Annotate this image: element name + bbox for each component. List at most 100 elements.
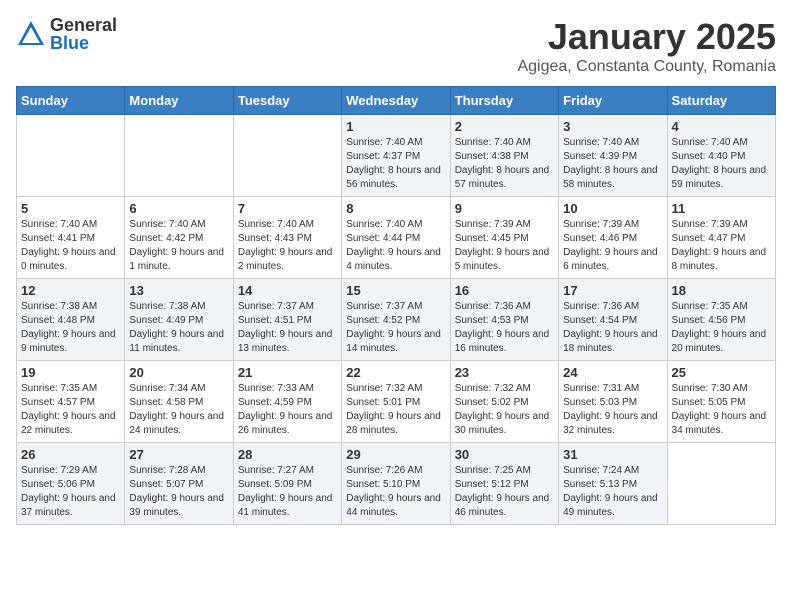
day-number: 5 bbox=[21, 201, 120, 216]
week-row-4: 19 Sunrise: 7:35 AM Sunset: 4:57 PM Dayli… bbox=[17, 361, 776, 443]
day-content: Sunrise: 7:39 AM Sunset: 4:45 PM Dayligh… bbox=[455, 218, 554, 274]
header-cell-wednesday: Wednesday bbox=[342, 87, 450, 115]
day-number: 17 bbox=[563, 283, 662, 298]
day-number: 1 bbox=[346, 119, 445, 134]
day-number: 8 bbox=[346, 201, 445, 216]
day-cell: 1 Sunrise: 7:40 AM Sunset: 4:37 PM Daylig… bbox=[342, 115, 450, 197]
day-content: Sunrise: 7:32 AM Sunset: 5:02 PM Dayligh… bbox=[455, 382, 554, 438]
day-content: Sunrise: 7:40 AM Sunset: 4:41 PM Dayligh… bbox=[21, 218, 120, 274]
day-cell: 21 Sunrise: 7:33 AM Sunset: 4:59 PM Dayli… bbox=[233, 361, 341, 443]
day-content: Sunrise: 7:33 AM Sunset: 4:59 PM Dayligh… bbox=[238, 382, 337, 438]
day-cell: 2Sunrise: 7:40 AM Sunset: 4:38 PM Daylig… bbox=[450, 115, 558, 197]
header-cell-tuesday: Tuesday bbox=[233, 87, 341, 115]
day-number: 21 bbox=[238, 365, 337, 380]
day-cell: 15 Sunrise: 7:37 AM Sunset: 4:52 PM Dayli… bbox=[342, 279, 450, 361]
day-number: 20 bbox=[129, 365, 228, 380]
day-number: 13 bbox=[129, 283, 228, 298]
day-number: 3 bbox=[563, 119, 662, 134]
day-number: 30 bbox=[455, 447, 554, 462]
day-number: 31 bbox=[563, 447, 662, 462]
day-content: Sunrise: 7:40 AM Sunset: 4:38 PM Dayligh… bbox=[455, 136, 554, 192]
day-content: Sunrise: 7:31 AM Sunset: 5:03 PM Dayligh… bbox=[563, 382, 662, 438]
day-cell: 9 Sunrise: 7:39 AM Sunset: 4:45 PM Daylig… bbox=[450, 197, 558, 279]
week-row-2: 5 Sunrise: 7:40 AM Sunset: 4:41 PM Daylig… bbox=[17, 197, 776, 279]
month-title: January 2025 bbox=[517, 16, 776, 58]
logo-text: General Blue bbox=[50, 16, 117, 52]
day-content: Sunrise: 7:36 AM Sunset: 4:54 PM Dayligh… bbox=[563, 300, 662, 356]
day-content: Sunrise: 7:35 AM Sunset: 4:56 PM Dayligh… bbox=[672, 300, 771, 356]
day-content: Sunrise: 7:38 AM Sunset: 4:49 PM Dayligh… bbox=[129, 300, 228, 356]
day-cell: 18 Sunrise: 7:35 AM Sunset: 4:56 PM Dayli… bbox=[667, 279, 775, 361]
location: Agigea, Constanta County, Romania bbox=[517, 58, 776, 76]
day-number: 29 bbox=[346, 447, 445, 462]
day-number: 14 bbox=[238, 283, 337, 298]
day-cell: 17 Sunrise: 7:36 AM Sunset: 4:54 PM Dayli… bbox=[559, 279, 667, 361]
day-cell: 31Sunrise: 7:24 AM Sunset: 5:13 PM Dayli… bbox=[559, 443, 667, 525]
day-cell: 14 Sunrise: 7:37 AM Sunset: 4:51 PM Dayli… bbox=[233, 279, 341, 361]
day-cell: 5 Sunrise: 7:40 AM Sunset: 4:41 PM Daylig… bbox=[17, 197, 125, 279]
day-number: 26 bbox=[21, 447, 120, 462]
day-number: 19 bbox=[21, 365, 120, 380]
day-content: Sunrise: 7:25 AM Sunset: 5:12 PM Dayligh… bbox=[455, 464, 554, 520]
day-number: 6 bbox=[129, 201, 228, 216]
day-content: Sunrise: 7:40 AM Sunset: 4:37 PM Dayligh… bbox=[346, 136, 445, 192]
header-cell-monday: Monday bbox=[125, 87, 233, 115]
day-cell: 27Sunrise: 7:28 AM Sunset: 5:07 PM Dayli… bbox=[125, 443, 233, 525]
day-number: 9 bbox=[455, 201, 554, 216]
day-number: 27 bbox=[129, 447, 228, 462]
day-content: Sunrise: 7:35 AM Sunset: 4:57 PM Dayligh… bbox=[21, 382, 120, 438]
day-content: Sunrise: 7:38 AM Sunset: 4:48 PM Dayligh… bbox=[21, 300, 120, 356]
page-header: General Blue January 2025 Agigea, Consta… bbox=[16, 16, 776, 76]
day-content: Sunrise: 7:37 AM Sunset: 4:51 PM Dayligh… bbox=[238, 300, 337, 356]
day-number: 15 bbox=[346, 283, 445, 298]
day-cell: 7 Sunrise: 7:40 AM Sunset: 4:43 PM Daylig… bbox=[233, 197, 341, 279]
day-cell: 25 Sunrise: 7:30 AM Sunset: 5:05 PM Dayli… bbox=[667, 361, 775, 443]
day-content: Sunrise: 7:32 AM Sunset: 5:01 PM Dayligh… bbox=[346, 382, 445, 438]
logo-icon bbox=[16, 19, 46, 49]
day-number: 18 bbox=[672, 283, 771, 298]
day-cell: 19 Sunrise: 7:35 AM Sunset: 4:57 PM Dayli… bbox=[17, 361, 125, 443]
header-row: SundayMondayTuesdayWednesdayThursdayFrid… bbox=[17, 87, 776, 115]
day-cell: 12Sunrise: 7:38 AM Sunset: 4:48 PM Dayli… bbox=[17, 279, 125, 361]
day-content: Sunrise: 7:29 AM Sunset: 5:06 PM Dayligh… bbox=[21, 464, 120, 520]
day-content: Sunrise: 7:30 AM Sunset: 5:05 PM Dayligh… bbox=[672, 382, 771, 438]
day-cell: 28Sunrise: 7:27 AM Sunset: 5:09 PM Dayli… bbox=[233, 443, 341, 525]
day-cell: 10 Sunrise: 7:39 AM Sunset: 4:46 PM Dayli… bbox=[559, 197, 667, 279]
day-cell: 30 Sunrise: 7:25 AM Sunset: 5:12 PM Dayli… bbox=[450, 443, 558, 525]
day-cell: 22 Sunrise: 7:32 AM Sunset: 5:01 PM Dayli… bbox=[342, 361, 450, 443]
header-cell-thursday: Thursday bbox=[450, 87, 558, 115]
logo-general: General bbox=[50, 16, 117, 34]
day-cell: 16Sunrise: 7:36 AM Sunset: 4:53 PM Dayli… bbox=[450, 279, 558, 361]
day-content: Sunrise: 7:39 AM Sunset: 4:46 PM Dayligh… bbox=[563, 218, 662, 274]
day-number: 4 bbox=[672, 119, 771, 134]
day-cell: 3 Sunrise: 7:40 AM Sunset: 4:39 PM Daylig… bbox=[559, 115, 667, 197]
day-number: 11 bbox=[672, 201, 771, 216]
day-content: Sunrise: 7:26 AM Sunset: 5:10 PM Dayligh… bbox=[346, 464, 445, 520]
day-number: 24 bbox=[563, 365, 662, 380]
day-number: 22 bbox=[346, 365, 445, 380]
day-cell bbox=[233, 115, 341, 197]
day-cell: 6Sunrise: 7:40 AM Sunset: 4:42 PM Daylig… bbox=[125, 197, 233, 279]
day-content: Sunrise: 7:39 AM Sunset: 4:47 PM Dayligh… bbox=[672, 218, 771, 274]
week-row-1: 1 Sunrise: 7:40 AM Sunset: 4:37 PM Daylig… bbox=[17, 115, 776, 197]
day-cell: 20 Sunrise: 7:34 AM Sunset: 4:58 PM Dayli… bbox=[125, 361, 233, 443]
day-number: 10 bbox=[563, 201, 662, 216]
day-content: Sunrise: 7:34 AM Sunset: 4:58 PM Dayligh… bbox=[129, 382, 228, 438]
day-cell bbox=[17, 115, 125, 197]
day-content: Sunrise: 7:37 AM Sunset: 4:52 PM Dayligh… bbox=[346, 300, 445, 356]
week-row-3: 12Sunrise: 7:38 AM Sunset: 4:48 PM Dayli… bbox=[17, 279, 776, 361]
day-cell bbox=[125, 115, 233, 197]
day-number: 25 bbox=[672, 365, 771, 380]
day-number: 7 bbox=[238, 201, 337, 216]
day-content: Sunrise: 7:40 AM Sunset: 4:39 PM Dayligh… bbox=[563, 136, 662, 192]
day-content: Sunrise: 7:40 AM Sunset: 4:40 PM Dayligh… bbox=[672, 136, 771, 192]
day-cell: 13 Sunrise: 7:38 AM Sunset: 4:49 PM Dayli… bbox=[125, 279, 233, 361]
day-cell: 23 Sunrise: 7:32 AM Sunset: 5:02 PM Dayli… bbox=[450, 361, 558, 443]
title-block: January 2025 Agigea, Constanta County, R… bbox=[517, 16, 776, 76]
logo: General Blue bbox=[16, 16, 117, 52]
day-cell: 29 Sunrise: 7:26 AM Sunset: 5:10 PM Dayli… bbox=[342, 443, 450, 525]
header-cell-friday: Friday bbox=[559, 87, 667, 115]
day-number: 23 bbox=[455, 365, 554, 380]
day-content: Sunrise: 7:40 AM Sunset: 4:43 PM Dayligh… bbox=[238, 218, 337, 274]
day-content: Sunrise: 7:27 AM Sunset: 5:09 PM Dayligh… bbox=[238, 464, 337, 520]
